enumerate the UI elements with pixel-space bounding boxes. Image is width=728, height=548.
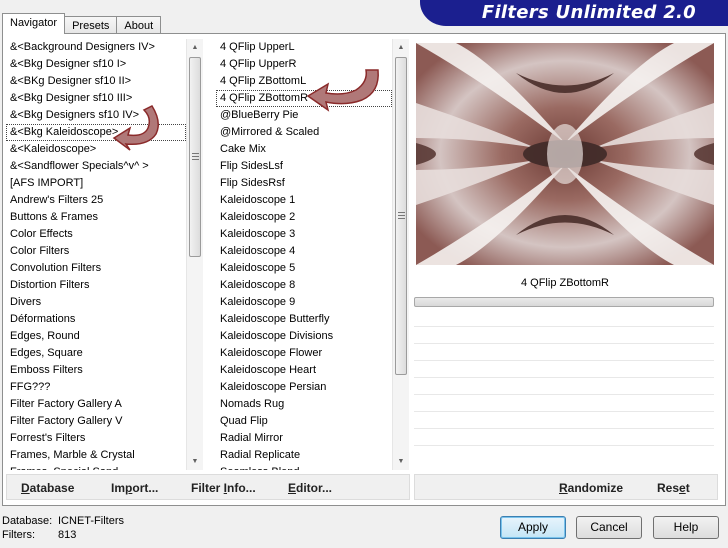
filter-item[interactable]: Kaleidoscope 4 (216, 243, 392, 260)
filter-item[interactable]: Kaleidoscope 5 (216, 260, 392, 277)
apply-button[interactable]: Apply (500, 516, 566, 539)
pointer-arrow-icon (112, 105, 159, 151)
scroll-up-arrow-icon[interactable]: ▲ (187, 39, 203, 56)
database-button[interactable]: Database (21, 481, 74, 495)
category-item[interactable]: Déformations (6, 311, 186, 328)
filter-item[interactable]: Kaleidoscope Heart (216, 362, 392, 379)
command-bar-left: Database Import... Filter Info... Editor… (6, 474, 410, 500)
scroll-up-arrow-icon[interactable]: ▲ (393, 39, 409, 56)
scroll-down-arrow-icon[interactable]: ▼ (393, 453, 409, 470)
category-item[interactable]: Convolution Filters (6, 260, 186, 277)
scroll-thumb[interactable] (189, 57, 201, 257)
filter-scrollbar[interactable]: ▲ ▼ (392, 39, 409, 470)
import-button[interactable]: Import... (111, 481, 158, 495)
grip-icon (398, 212, 405, 219)
category-item[interactable]: Edges, Square (6, 345, 186, 362)
category-item[interactable]: &<BKg Designer sf10 II> (6, 73, 186, 90)
preview-image (416, 43, 714, 265)
category-item[interactable]: [AFS IMPORT] (6, 175, 186, 192)
category-item[interactable]: FFG??? (6, 379, 186, 396)
category-item[interactable]: Buttons & Frames (6, 209, 186, 226)
scroll-thumb[interactable] (395, 57, 407, 375)
reset-button[interactable]: Reset (657, 481, 690, 495)
cancel-button[interactable]: Cancel (576, 516, 642, 539)
filter-info-button[interactable]: Filter Info... (191, 481, 256, 495)
filter-item[interactable]: Nomads Rug (216, 396, 392, 413)
filter-item[interactable]: Kaleidoscope 1 (216, 192, 392, 209)
category-item[interactable]: &<Sandflower Specials^v^ > (6, 158, 186, 175)
category-item[interactable]: Forrest's Filters (6, 430, 186, 447)
category-item[interactable]: Filter Factory Gallery A (6, 396, 186, 413)
filters-label: Filters: (2, 529, 35, 541)
progress-bar (414, 297, 714, 307)
filter-item[interactable]: Kaleidoscope 2 (216, 209, 392, 226)
pointer-arrow-icon (306, 69, 379, 112)
category-item[interactable]: Frames, Special Sand (6, 464, 186, 470)
category-item[interactable]: Color Effects (6, 226, 186, 243)
filter-item[interactable]: Flip SidesRsf (216, 175, 392, 192)
category-item[interactable]: &<Bkg Designer sf10 I> (6, 56, 186, 73)
category-item[interactable]: Filter Factory Gallery V (6, 413, 186, 430)
filter-item[interactable]: Flip SidesLsf (216, 158, 392, 175)
filter-item[interactable]: @Mirrored & Scaled (216, 124, 392, 141)
category-scrollbar[interactable]: ▲ ▼ (186, 39, 203, 470)
title-banner: Filters Unlimited 2.0 (420, 0, 728, 26)
preview-panel (412, 39, 718, 275)
randomize-button[interactable]: Randomize (559, 481, 623, 495)
filter-item[interactable]: 4 QFlip UpperL (216, 39, 392, 56)
database-status: Database: ICNET-Filters (2, 515, 124, 527)
filter-item[interactable]: Seamless Blend (216, 464, 392, 470)
category-item[interactable]: Edges, Round (6, 328, 186, 345)
editor-button[interactable]: Editor... (288, 481, 332, 495)
filter-item[interactable]: Kaleidoscope Butterfly (216, 311, 392, 328)
filters-status: Filters: 813 (2, 529, 76, 541)
command-bar-right: Randomize Reset (414, 474, 718, 500)
category-item[interactable]: Distortion Filters (6, 277, 186, 294)
filter-item[interactable]: Kaleidoscope 3 (216, 226, 392, 243)
parameter-area (414, 310, 714, 470)
grip-icon (192, 153, 199, 160)
scroll-down-arrow-icon[interactable]: ▼ (187, 453, 203, 470)
selected-filter-name: 4 QFlip ZBottomR (520, 277, 610, 289)
filter-item[interactable]: Kaleidoscope Persian (216, 379, 392, 396)
database-label: Database: (2, 515, 53, 527)
category-item[interactable]: &<Background Designers IV> (6, 39, 186, 56)
category-item[interactable]: Frames, Marble & Crystal (6, 447, 186, 464)
filter-item[interactable]: Quad Flip (216, 413, 392, 430)
category-item[interactable]: Emboss Filters (6, 362, 186, 379)
tab-navigator[interactable]: Navigator (2, 13, 66, 34)
filter-item[interactable]: Kaleidoscope 9 (216, 294, 392, 311)
filter-item[interactable]: Kaleidoscope Flower (216, 345, 392, 362)
database-value: ICNET-Filters (58, 515, 124, 527)
category-item[interactable]: Andrew's Filters 25 (6, 192, 186, 209)
category-item[interactable]: Color Filters (6, 243, 186, 260)
filter-item[interactable]: Kaleidoscope Divisions (216, 328, 392, 345)
filters-count: 813 (58, 529, 77, 541)
app-title: Filters Unlimited 2.0 (481, 2, 696, 23)
filter-item[interactable]: Radial Mirror (216, 430, 392, 447)
filter-item[interactable]: Cake Mix (216, 141, 392, 158)
filter-item[interactable]: Radial Replicate (216, 447, 392, 464)
filter-item[interactable]: Kaleidoscope 8 (216, 277, 392, 294)
category-item[interactable]: Divers (6, 294, 186, 311)
tab-strip: Navigator Presets About (2, 13, 162, 35)
help-button[interactable]: Help (653, 516, 719, 539)
